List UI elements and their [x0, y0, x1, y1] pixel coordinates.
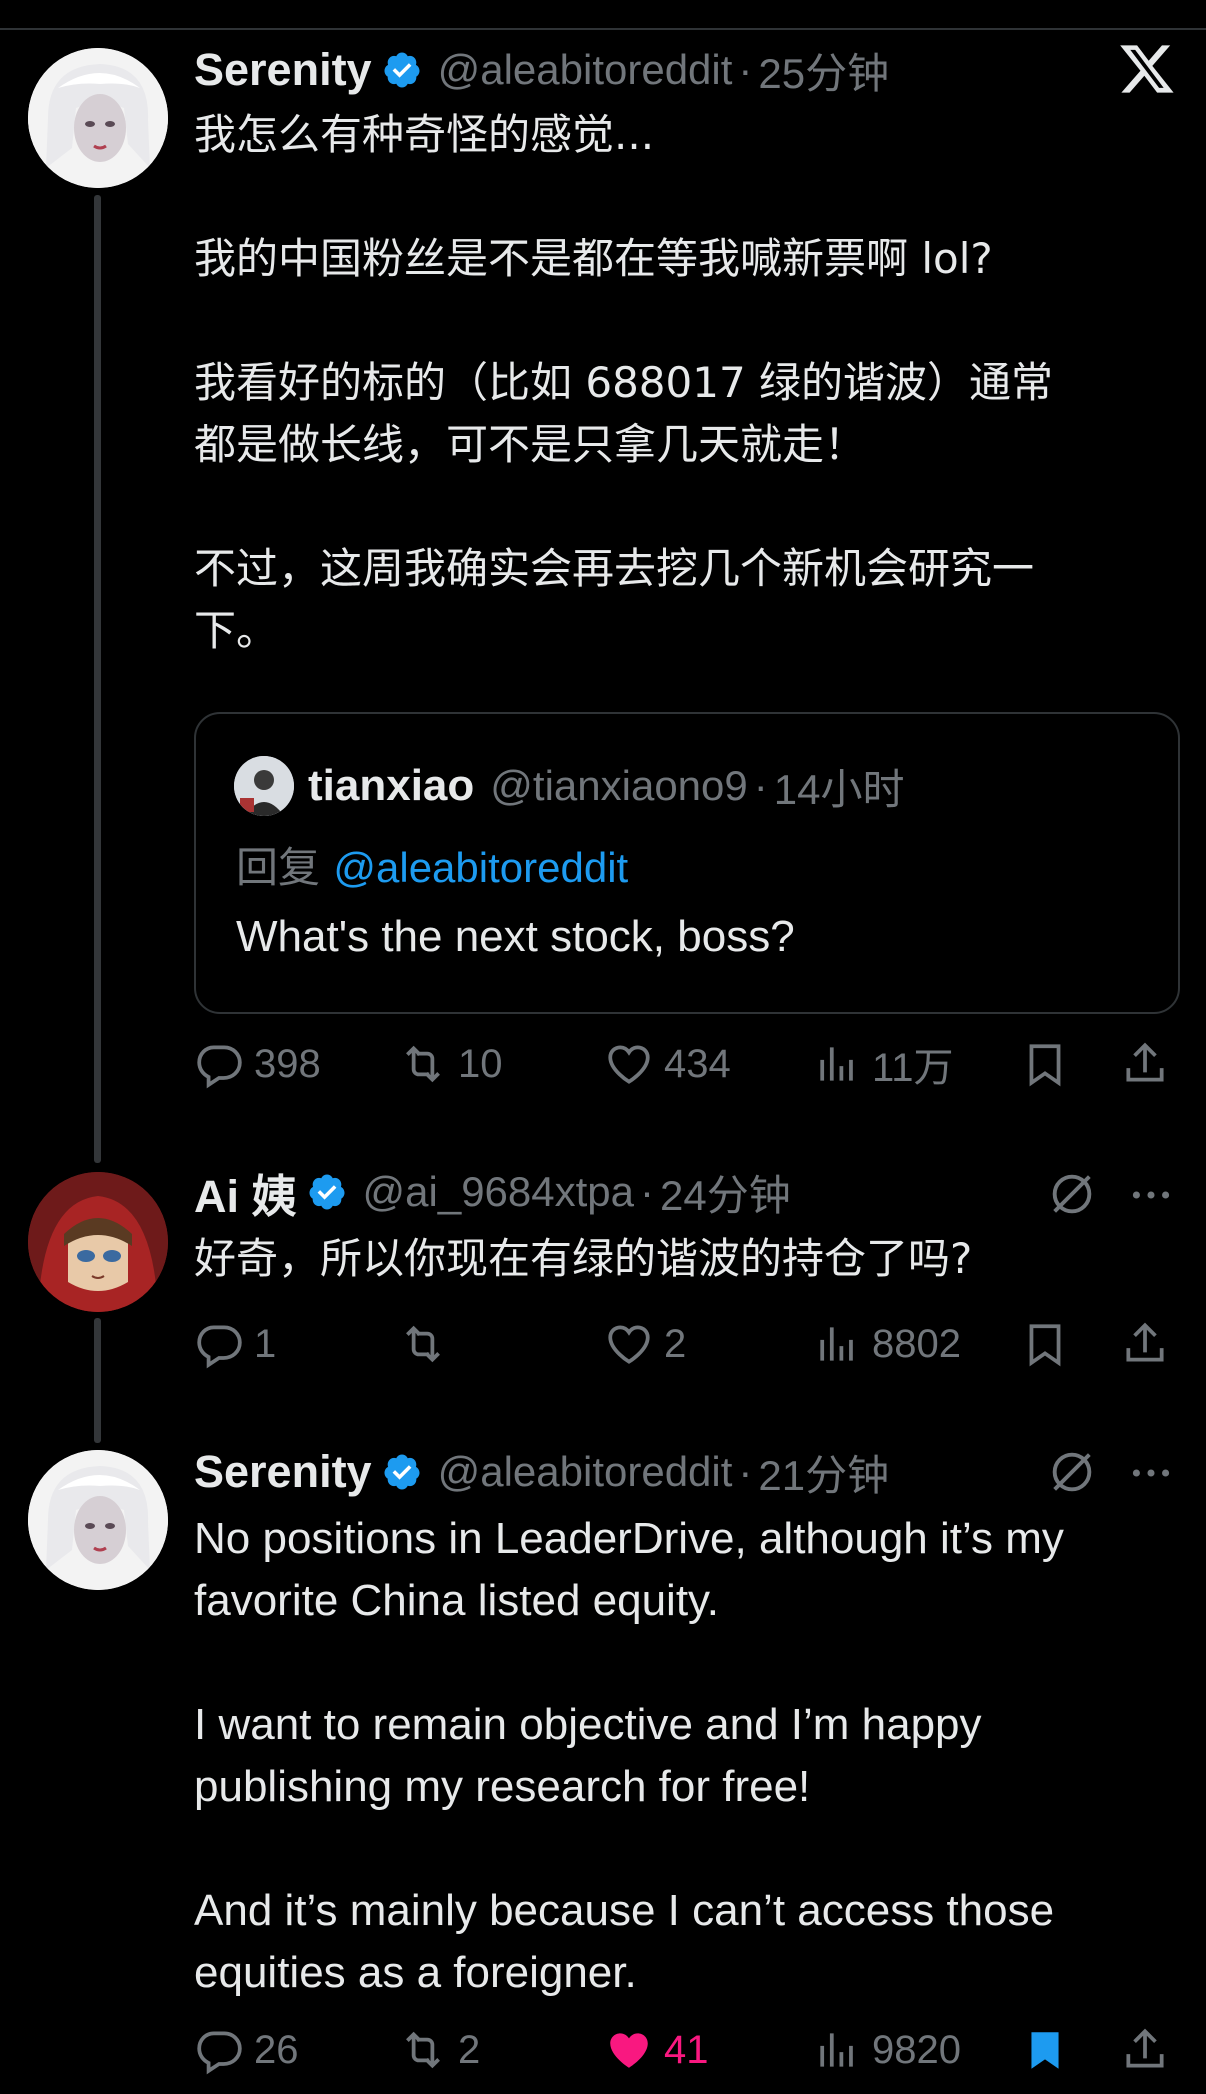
like-button[interactable]: 2: [604, 1314, 686, 1374]
reply-button[interactable]: 26: [194, 2020, 299, 2080]
reply-button[interactable]: 398: [194, 1034, 321, 1094]
repost-count: 2: [458, 2027, 481, 2072]
author-handle[interactable]: @aleabitoreddit: [438, 46, 733, 94]
like-button[interactable]: 434: [604, 1034, 731, 1094]
bookmark-filled-icon: [1031, 2032, 1059, 2069]
reply-count: 398: [254, 1041, 321, 1086]
action-bar: 1 2 8802: [194, 1314, 1176, 1374]
post-header: Ai 姨 @ai_9684xtpa · 24分钟: [194, 1162, 791, 1223]
top-divider: [0, 28, 1206, 30]
post-text: No positions in LeaderDrive, although it…: [194, 1514, 1064, 1997]
reply-button[interactable]: 1: [194, 1314, 276, 1374]
separator: ·: [753, 762, 768, 809]
share-icon: [1126, 2028, 1164, 2068]
more-options-icon[interactable]: [1126, 1448, 1176, 1498]
separator: ·: [738, 46, 753, 93]
quoted-post[interactable]: tianxiao @tianxiaono9 · 14小时 回复 @aleabit…: [194, 712, 1180, 1014]
reply-to-handle[interactable]: @aleabitoreddit: [333, 844, 628, 891]
quote-time[interactable]: 14小时: [774, 756, 905, 817]
verified-badge-icon: [382, 50, 422, 90]
reply-icon: [197, 1045, 242, 1089]
share-icon: [1126, 1042, 1164, 1082]
verified-badge-icon: [307, 1172, 347, 1212]
views-count: 9820: [872, 2027, 961, 2072]
separator: ·: [738, 1448, 753, 1495]
repost-button[interactable]: 10: [398, 1034, 503, 1094]
heart-icon: [608, 1045, 650, 1084]
avatar[interactable]: [28, 1172, 168, 1312]
grok-icon[interactable]: [1046, 1446, 1098, 1498]
avatar[interactable]: [28, 48, 168, 188]
author-name[interactable]: Serenity: [194, 1446, 372, 1498]
reply-count: 1: [254, 1321, 277, 1366]
share-button[interactable]: [1120, 1314, 1170, 1374]
post-time[interactable]: 24分钟: [660, 1162, 791, 1223]
grok-icon[interactable]: [1046, 1168, 1098, 1220]
share-button[interactable]: [1120, 1034, 1170, 1094]
thread-line: [94, 1318, 101, 1443]
like-button[interactable]: 41: [604, 2020, 709, 2080]
bookmark-button[interactable]: [1020, 1314, 1070, 1374]
post-time[interactable]: 21分钟: [758, 1442, 889, 1503]
quote-author-name[interactable]: tianxiao: [308, 761, 474, 811]
quote-avatar[interactable]: [234, 756, 294, 816]
verified-badge-icon: [382, 1452, 422, 1492]
post-time[interactable]: 25分钟: [758, 40, 889, 101]
more-options-icon[interactable]: [1126, 1170, 1176, 1220]
action-bar: 26 2 41 9820: [194, 2020, 1176, 2080]
separator: ·: [640, 1168, 655, 1215]
views-count: 8802: [872, 1321, 961, 1366]
author-name[interactable]: Serenity: [194, 44, 372, 96]
like-count: 2: [664, 1321, 687, 1366]
repost-icon: [406, 2031, 440, 2069]
views-button[interactable]: 9820: [812, 2020, 961, 2080]
bookmark-icon: [1029, 1044, 1061, 1087]
post-text: 好奇，所以你现在有绿的谐波的持仓了吗?: [194, 1234, 973, 1283]
action-bar: 398 10 434 11万: [194, 1034, 1176, 1094]
post-text: 我怎么有种奇怪的感觉... 我的中国粉丝是不是都在等我喊新票啊 lol? 我看好…: [194, 110, 1054, 655]
post-header: Serenity @aleabitoreddit · 25分钟: [194, 42, 889, 98]
reply-icon: [197, 2031, 242, 2075]
repost-count: 10: [458, 1041, 503, 1086]
views-icon: [820, 1047, 853, 1081]
repost-icon: [406, 1325, 440, 1363]
reply-prefix: 回复: [236, 843, 321, 892]
bookmark-button[interactable]: [1020, 1034, 1070, 1094]
quote-author-handle[interactable]: @tianxiaono9: [490, 762, 747, 810]
views-button[interactable]: 8802: [812, 1314, 961, 1374]
like-count: 41: [664, 2027, 709, 2072]
share-button[interactable]: [1120, 2020, 1170, 2080]
views-icon: [820, 2033, 853, 2067]
thread-line: [94, 195, 101, 1163]
repost-icon: [406, 1045, 440, 1083]
like-count: 434: [664, 1041, 731, 1086]
heart-icon: [608, 1325, 650, 1364]
views-button[interactable]: 11万: [812, 1034, 954, 1094]
views-icon: [820, 1327, 853, 1361]
author-name[interactable]: Ai 姨: [194, 1160, 297, 1225]
views-count: 11万: [872, 1046, 954, 1090]
x-logo-icon[interactable]: [1118, 40, 1176, 98]
bookmark-icon: [1029, 1324, 1061, 1367]
share-icon: [1126, 1322, 1164, 1362]
heart-filled-icon: [610, 2033, 648, 2068]
author-handle[interactable]: @aleabitoreddit: [438, 1448, 733, 1496]
repost-button[interactable]: 2: [398, 2020, 480, 2080]
repost-button[interactable]: [398, 1314, 458, 1374]
author-handle[interactable]: @ai_9684xtpa: [363, 1168, 635, 1216]
bookmark-button[interactable]: [1020, 2020, 1070, 2080]
reply-count: 26: [254, 2027, 299, 2072]
avatar[interactable]: [28, 1450, 168, 1590]
quote-text: What's the next stock, boss?: [236, 912, 795, 961]
reply-icon: [197, 1325, 242, 1369]
post-header: Serenity @aleabitoreddit · 21分钟: [194, 1444, 889, 1500]
